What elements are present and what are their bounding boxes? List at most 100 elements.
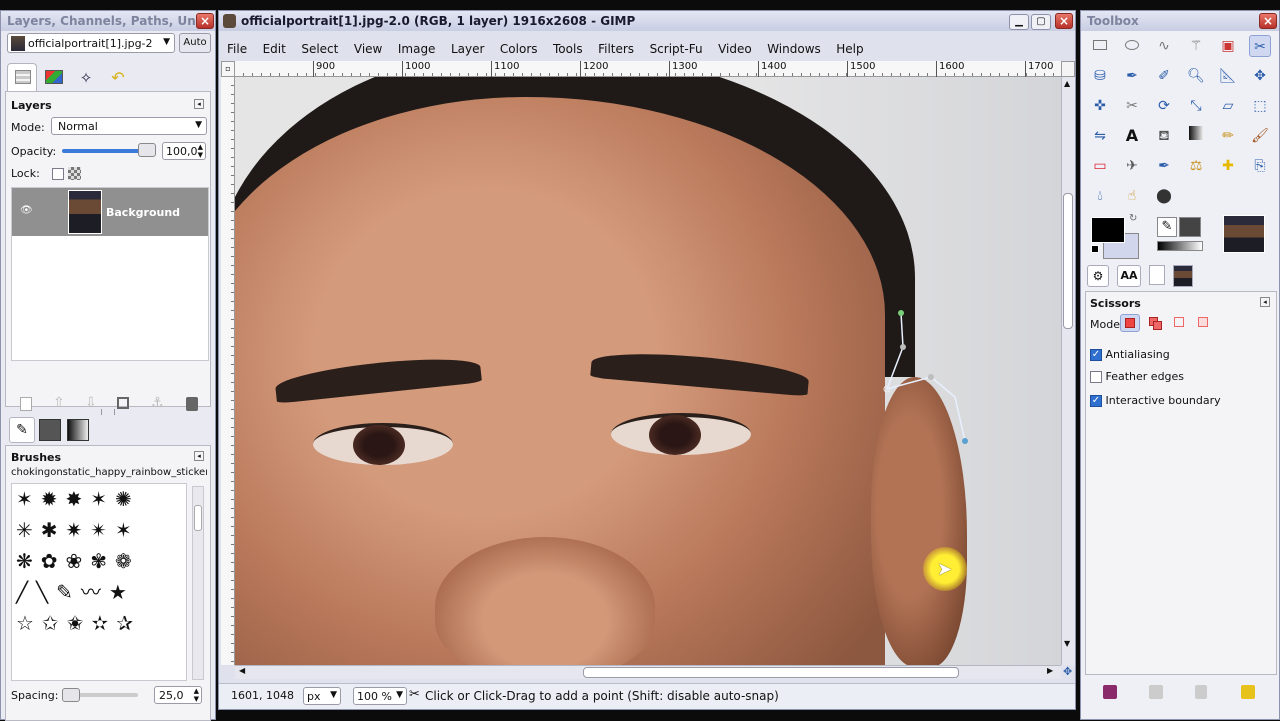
menu-colors[interactable]: Colors — [500, 42, 538, 56]
eraser-tool-icon[interactable]: ▭ — [1089, 155, 1111, 177]
menu-file[interactable]: File — [227, 42, 247, 56]
zoom-select[interactable]: 100 % ▼ — [353, 687, 407, 705]
tab-paths[interactable]: ✧ — [71, 65, 101, 91]
delete-options-icon[interactable] — [1195, 685, 1207, 699]
clone-tool-icon[interactable]: ⚖ — [1185, 155, 1207, 177]
opacity-spinbox[interactable]: 100,0 ▲ ▼ — [162, 142, 206, 160]
pencil-tool-icon[interactable]: ✏ — [1217, 125, 1239, 147]
dock-separator[interactable] — [101, 409, 115, 415]
menu-windows[interactable]: Windows — [767, 42, 821, 56]
feather-edges-option[interactable]: Feather edges — [1090, 370, 1184, 383]
feather-edges-checkbox[interactable] — [1090, 371, 1102, 383]
tab-gradients[interactable] — [67, 419, 89, 441]
scroll-right-arrow[interactable]: ▶ — [1047, 666, 1053, 675]
tab-brushes[interactable]: ✎ — [9, 417, 35, 443]
brush-glyphs[interactable]: ✶✹✸✶✺ ✳✱✷✴✶ ❋✿❀✾❁ ╱╲✎〰★ ☆✩✬✫✰ — [16, 487, 141, 635]
foreground-select-tool-icon[interactable]: ⛁ — [1089, 65, 1111, 87]
unit-select[interactable]: px ▼ — [303, 687, 341, 705]
restore-options-icon[interactable] — [1149, 685, 1163, 699]
paths-tool-icon[interactable]: ✒ — [1121, 65, 1143, 87]
foreground-color-swatch[interactable] — [1091, 217, 1125, 243]
mode-select[interactable]: Normal ▼ — [51, 117, 207, 135]
close-toolbox-button[interactable]: × — [1259, 13, 1277, 29]
spacing-slider-handle[interactable] — [62, 688, 80, 702]
panel-menu-icon[interactable]: ◂ — [194, 451, 204, 461]
menu-select[interactable]: Select — [301, 42, 338, 56]
scale-tool-icon[interactable]: ⤡ — [1185, 95, 1207, 117]
auto-button[interactable]: Auto — [179, 33, 211, 53]
menu-script-fu[interactable]: Script-Fu — [650, 42, 703, 56]
zoom-tool-icon[interactable]: 🔍︎ — [1185, 65, 1207, 87]
control-point[interactable] — [962, 438, 968, 444]
new-layer-icon[interactable] — [20, 397, 32, 411]
antialiasing-option[interactable]: ✓ Antialiasing — [1090, 348, 1170, 361]
reset-options-icon[interactable] — [1241, 685, 1255, 699]
text-tool-icon[interactable]: A — [1121, 125, 1143, 147]
interactive-boundary-option[interactable]: ✓ Interactive boundary — [1090, 394, 1221, 407]
control-point[interactable] — [900, 344, 906, 350]
duplicate-layer-icon[interactable] — [117, 397, 129, 409]
spin-arrows-icon[interactable]: ▲ ▼ — [194, 687, 199, 703]
tab-layers[interactable] — [7, 63, 37, 91]
paintbrush-tool-icon[interactable]: 🖌︎ — [1249, 125, 1271, 147]
vertical-scroll-thumb[interactable] — [1063, 193, 1073, 329]
perspective-tool-icon[interactable]: ⬚ — [1249, 95, 1271, 117]
menu-image[interactable]: Image — [398, 42, 436, 56]
zoom-to-fit-icon[interactable]: ✥ — [1063, 665, 1072, 678]
rect-select-tool-icon[interactable] — [1089, 35, 1111, 57]
smudge-tool-icon[interactable]: ☝ — [1121, 185, 1143, 207]
image-canvas[interactable]: ➤ — [235, 77, 1061, 665]
tab-undo[interactable]: ↶ — [103, 65, 133, 91]
color-picker-tool-icon[interactable]: ✐ — [1153, 65, 1175, 87]
scroll-up-arrow[interactable]: ▲ — [1064, 79, 1070, 88]
spacing-spinbox[interactable]: 25,0 ▲ ▼ — [154, 686, 202, 704]
vertical-scrollbar[interactable]: ▲ ▼ — [1061, 77, 1075, 665]
lock-pixels-checkbox[interactable] — [52, 168, 64, 180]
ellipse-select-tool-icon[interactable] — [1121, 35, 1143, 57]
blend-tool-icon[interactable] — [1185, 125, 1207, 147]
free-select-tool-icon[interactable]: ∿ — [1153, 35, 1175, 57]
menu-tools[interactable]: Tools — [553, 42, 583, 56]
active-pattern-preview[interactable] — [1179, 217, 1201, 237]
brush-scrollbar[interactable] — [192, 486, 204, 680]
opacity-slider-handle[interactable] — [138, 143, 156, 157]
anchor-layer-icon[interactable]: ⚓ — [151, 395, 164, 411]
menu-layer[interactable]: Layer — [451, 42, 484, 56]
control-point[interactable] — [928, 374, 934, 380]
menu-video[interactable]: Video — [718, 42, 752, 56]
spacing-slider[interactable] — [62, 688, 138, 702]
tab-document-history[interactable] — [1149, 265, 1165, 285]
antialiasing-checkbox[interactable]: ✓ — [1090, 349, 1102, 361]
replace-mode-button[interactable] — [1120, 314, 1140, 332]
dodge-burn-tool-icon[interactable]: ⬤ — [1153, 185, 1175, 207]
heal-tool-icon[interactable]: ✚ — [1217, 155, 1239, 177]
menu-help[interactable]: Help — [836, 42, 863, 56]
scissors-tool-icon[interactable]: ✂ — [1249, 35, 1271, 57]
minimize-button[interactable]: ▁ — [1009, 14, 1029, 30]
flip-tool-icon[interactable]: ⇋ — [1089, 125, 1111, 147]
raise-layer-icon[interactable]: ⇧ — [53, 395, 65, 411]
tab-channels[interactable] — [39, 65, 69, 91]
menu-filters[interactable]: Filters — [598, 42, 634, 56]
spin-arrows-icon[interactable]: ▲ ▼ — [198, 143, 203, 159]
vertical-ruler[interactable] — [221, 77, 235, 665]
delete-layer-icon[interactable] — [186, 397, 198, 411]
scroll-left-arrow[interactable]: ◀ — [239, 666, 245, 675]
scroll-down-arrow[interactable]: ▼ — [1064, 639, 1070, 648]
select-by-color-tool-icon[interactable]: ▣ — [1217, 35, 1239, 57]
lower-layer-icon[interactable]: ⇩ — [85, 395, 97, 411]
navigate-icon[interactable] — [1061, 61, 1075, 77]
tab-tool-options[interactable]: ⚙ — [1087, 265, 1109, 287]
active-brush-preview[interactable]: ✎ — [1157, 217, 1177, 237]
subtract-mode-button[interactable] — [1170, 314, 1190, 332]
brush-scroll-thumb[interactable] — [194, 505, 202, 531]
layer-row[interactable]: 👁 Background — [12, 188, 208, 236]
tab-patterns[interactable] — [39, 419, 61, 441]
close-window-button[interactable]: × — [1055, 13, 1073, 29]
intersect-mode-button[interactable] — [1194, 314, 1214, 332]
tab-images[interactable] — [1173, 265, 1193, 287]
measure-tool-icon[interactable]: 📐︎ — [1217, 65, 1239, 87]
panel-menu-icon[interactable]: ◂ — [1260, 297, 1270, 307]
menu-view[interactable]: View — [354, 42, 382, 56]
tab-fonts[interactable]: AA — [1117, 265, 1141, 287]
